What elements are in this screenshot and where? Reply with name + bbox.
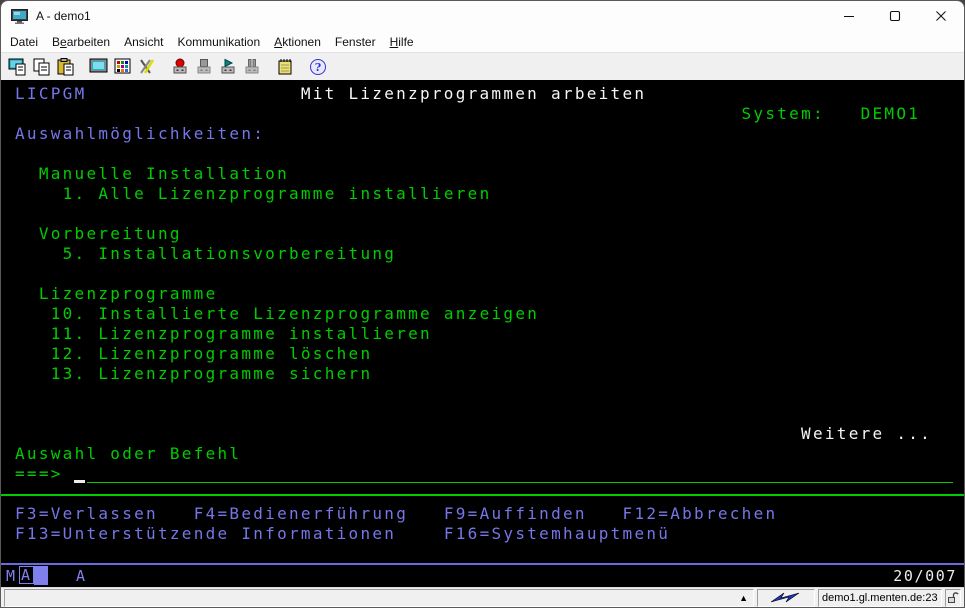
new-session-icon[interactable] [6, 55, 30, 78]
more-indicator: Weitere ... [801, 424, 932, 444]
menu-item-bearbeiten[interactable]: Bearbeiten [45, 33, 117, 51]
menu-item-fenster[interactable]: Fenster [328, 33, 383, 51]
screen-separator-line [1, 494, 964, 496]
emulator-window: A - demo1 DateiBearbeitenAnsichtKommunik… [0, 0, 965, 608]
operator-information-area: M A A 20/007 [1, 566, 964, 586]
command-input-field[interactable] [87, 482, 953, 483]
text-cursor [74, 480, 85, 483]
window-controls [826, 1, 964, 31]
screen-id: LICPGM [15, 84, 86, 104]
status-bar: ▲ demo1.gl.menten.de:23 [1, 587, 964, 607]
menu-item-kommunikation[interactable]: Kommunikation [170, 33, 267, 51]
section-preparation: Vorbereitung [39, 224, 182, 244]
menu-item-aktionen[interactable]: Aktionen [267, 33, 328, 51]
color-map-icon[interactable] [111, 55, 135, 78]
oia-cursor-position: 20/007 [893, 567, 957, 585]
oia-keyboard-shift: A [76, 567, 87, 585]
svg-text:?: ? [315, 61, 321, 74]
close-button[interactable] [918, 1, 964, 31]
notepad-icon[interactable] [273, 55, 297, 78]
toolbar: ? [1, 53, 964, 80]
status-message-area: ▲ [4, 589, 754, 607]
status-expander-icon[interactable]: ▲ [739, 592, 748, 604]
oia-input-inhibit: M [6, 567, 17, 585]
pause-macro-icon[interactable] [240, 55, 264, 78]
window-title: A - demo1 [36, 9, 91, 23]
copy-icon[interactable] [30, 55, 54, 78]
menu-item-datei[interactable]: Datei [3, 33, 45, 51]
option-11: 11. Lizenzprogramme installieren [51, 324, 432, 344]
command-arrow: ===> [15, 464, 63, 484]
option-1: 1. Alle Lizenzprogramme installieren [63, 184, 492, 204]
option-12: 12. Lizenzprogramme löschen [51, 344, 373, 364]
terminal-screen[interactable]: M A A 20/007 LICPGM Mit Lizenzprogrammen … [1, 80, 964, 587]
fkeys-line-2: F13=Unterstützende Informationen F16=Sys… [15, 524, 670, 544]
screen-title: Mit Lizenzprogrammen arbeiten [301, 84, 646, 104]
menu-item-hilfe[interactable]: Hilfe [383, 33, 421, 51]
menu-bar: DateiBearbeitenAnsichtKommunikationAktio… [1, 31, 964, 53]
play-macro-icon[interactable] [216, 55, 240, 78]
paste-icon[interactable] [54, 55, 78, 78]
command-prompt-label: Auswahl oder Befehl [15, 444, 241, 464]
terminal-monitor-icon [11, 9, 28, 24]
section-licensed-programs: Lizenzprogramme [39, 284, 218, 304]
stop-macro-icon[interactable] [192, 55, 216, 78]
option-13: 13. Lizenzprogramme sichern [51, 364, 373, 384]
fkeys-line-1: F3=Verlassen F4=Bedienerführung F9=Auffi… [15, 504, 777, 524]
record-macro-icon[interactable] [168, 55, 192, 78]
menu-item-ansicht[interactable]: Ansicht [117, 33, 170, 51]
option-10: 10. Installierte Lizenzprogramme anzeige… [51, 304, 539, 324]
option-5: 5. Installationsvorbereitung [63, 244, 397, 264]
system-name: DEMO1 [861, 104, 921, 124]
oia-system-indicator: A [19, 566, 34, 584]
title-bar: A - demo1 [1, 1, 964, 31]
display-setup-icon[interactable] [87, 55, 111, 78]
host-address: demo1.gl.menten.de:23 [818, 589, 942, 607]
help-icon[interactable]: ? [306, 55, 330, 78]
edit-keyboard-icon[interactable] [135, 55, 159, 78]
unlocked-padlock-icon [945, 589, 961, 607]
system-label: System: [742, 104, 825, 124]
oia-separator-line [1, 563, 964, 565]
maximize-button[interactable] [872, 1, 918, 31]
oia-block-indicator [34, 566, 48, 585]
options-heading: Auswahlmöglichkeiten: [15, 124, 265, 144]
section-manual-install: Manuelle Installation [39, 164, 289, 184]
connection-status-icon [757, 589, 815, 607]
minimize-button[interactable] [826, 1, 872, 31]
